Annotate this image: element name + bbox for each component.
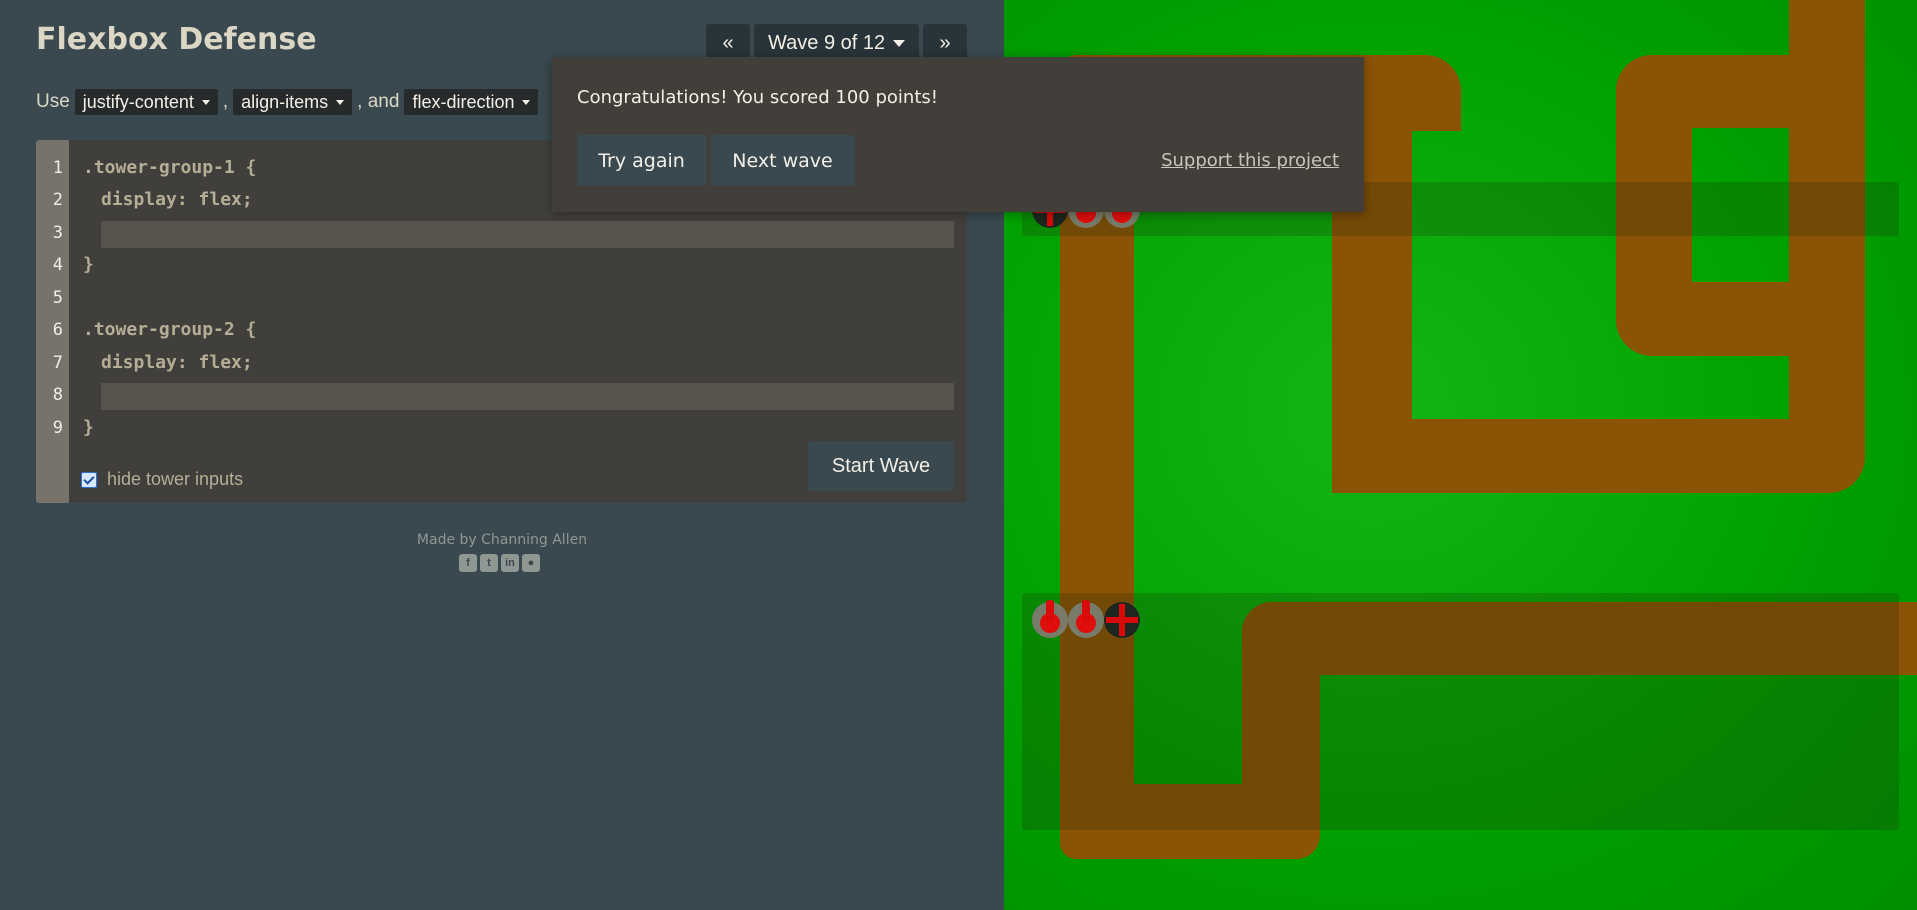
- tower-cannon-icon[interactable]: [1032, 600, 1068, 638]
- wave-select-label: Wave 9 of 12: [768, 31, 886, 54]
- caret-down-icon: [893, 39, 906, 47]
- code-line: display: flex;: [101, 189, 253, 210]
- tower-cannon-icon[interactable]: [1068, 600, 1104, 638]
- twitter-icon[interactable]: t: [480, 554, 498, 572]
- code-line: display: flex;: [101, 352, 253, 373]
- code-line: }: [83, 254, 94, 275]
- social-links: f t in ●: [459, 554, 540, 572]
- next-wave-button[interactable]: Next wave: [711, 135, 854, 186]
- hide-tower-inputs-toggle[interactable]: hide tower inputs: [81, 469, 243, 490]
- line-number: 7: [52, 353, 63, 373]
- tower-group-1-input[interactable]: [101, 221, 954, 248]
- align-items-select[interactable]: align-items: [233, 89, 353, 115]
- wave-complete-modal: Congratulations! You scored 100 points! …: [552, 57, 1364, 212]
- enemy-path: [1616, 282, 1865, 356]
- score-message: Congratulations! You scored 100 points!: [577, 87, 938, 108]
- support-project-link[interactable]: Support this project: [1161, 150, 1339, 171]
- author-credit: Made by Channing Allen: [416, 532, 588, 548]
- line-number: 2: [52, 190, 63, 210]
- hide-tower-inputs-label: hide tower inputs: [107, 469, 244, 489]
- facebook-icon[interactable]: f: [459, 554, 477, 572]
- tower-group-2-zone: [1022, 593, 1899, 830]
- caret-down-icon: [336, 99, 345, 105]
- enemy-path: [1332, 419, 1865, 493]
- flex-direction-select[interactable]: flex-direction: [404, 89, 539, 115]
- try-again-button[interactable]: Try again: [577, 135, 706, 186]
- align-items-label: align-items: [241, 91, 329, 112]
- instructions-prefix: Use: [36, 91, 70, 112]
- start-wave-button[interactable]: Start Wave: [808, 441, 954, 491]
- line-number: 6: [52, 320, 63, 340]
- code-line: }: [83, 417, 94, 438]
- justify-content-label: justify-content: [82, 91, 194, 112]
- line-number: 9: [52, 418, 63, 438]
- page-title: Flexbox Defense: [36, 22, 317, 57]
- line-number: 5: [52, 288, 63, 308]
- code-line: .tower-group-2 {: [83, 319, 257, 340]
- instructions-separator: ,: [222, 91, 229, 112]
- justify-content-select[interactable]: justify-content: [74, 89, 218, 115]
- code-line: .tower-group-1 {: [83, 157, 257, 178]
- caret-down-icon: [522, 99, 531, 105]
- tower-crosshair-icon[interactable]: [1104, 602, 1140, 638]
- caret-down-icon: [201, 99, 210, 105]
- line-number: 1: [52, 158, 63, 178]
- hide-tower-inputs-checkbox[interactable]: [81, 471, 97, 488]
- instructions: Use justify-content , align-items , and …: [36, 89, 543, 115]
- instructions-separator: , and: [357, 91, 400, 112]
- line-number: 8: [52, 385, 63, 405]
- line-number-gutter: 1 2 3 4 5 6 7 8 9: [36, 140, 69, 503]
- line-number: 3: [52, 223, 63, 243]
- tower-group-2-input[interactable]: [101, 383, 954, 410]
- linkedin-icon[interactable]: in: [501, 554, 519, 572]
- flex-direction-label: flex-direction: [412, 91, 515, 112]
- github-icon[interactable]: ●: [522, 554, 540, 572]
- line-number: 4: [52, 255, 63, 275]
